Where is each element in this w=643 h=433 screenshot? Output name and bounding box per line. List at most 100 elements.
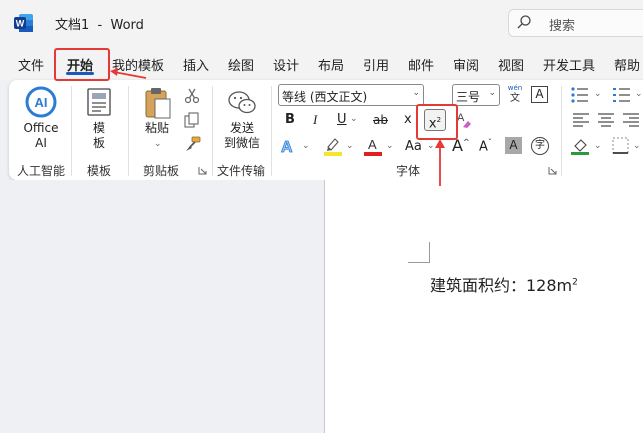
office-ai-label-line1: Office [23, 121, 59, 135]
send-to-wechat-line2: 到微信 [223, 136, 260, 150]
highlight-icon[interactable] [324, 136, 342, 156]
phonetic-guide-button[interactable]: wén 文 [506, 84, 524, 106]
svg-text:A: A [457, 112, 465, 124]
search-label: 搜索 [549, 19, 576, 34]
underline-button[interactable]: U [337, 112, 347, 127]
group-label-ai: 人工智能 [17, 164, 66, 178]
word-logo-icon: W [14, 14, 33, 32]
separator [71, 86, 72, 176]
highlight-dropdown-icon[interactable]: ⌄ [346, 141, 354, 151]
enclose-char-label: 字 [535, 140, 545, 151]
font-color-icon[interactable]: A [364, 136, 382, 156]
tab-view[interactable]: 视图 [498, 55, 524, 74]
group-label-template: 模板 [87, 164, 112, 178]
bullets-icon[interactable] [570, 86, 590, 104]
margin-corner-mark [408, 262, 430, 263]
bold-button[interactable]: B [285, 112, 295, 127]
paste-button[interactable]: 粘贴 [141, 121, 173, 136]
document-page[interactable] [324, 180, 643, 433]
svg-text:W: W [16, 19, 25, 29]
enclose-char-button[interactable]: 字 [531, 137, 549, 155]
text-effects-dropdown-icon[interactable]: ⌄ [302, 141, 310, 151]
tab-mailings[interactable]: 邮件 [408, 55, 434, 74]
template-button[interactable]: 模 板 [84, 121, 114, 151]
tab-insert[interactable]: 插入 [183, 55, 209, 74]
align-center-icon[interactable] [597, 112, 615, 128]
bullets-dropdown-icon[interactable]: ⌄ [594, 89, 602, 99]
office-ai-icon: AI [25, 86, 57, 118]
tab-developer[interactable]: 开发工具 [543, 55, 595, 74]
highlight-box-home-tab [54, 48, 110, 81]
text-effects-icon[interactable]: A [280, 137, 298, 155]
align-right-icon[interactable] [622, 112, 640, 128]
separator [128, 86, 129, 176]
tab-layout[interactable]: 布局 [318, 55, 344, 74]
borders-dropdown-icon[interactable]: ⌄ [633, 141, 641, 151]
office-ai-label-line2: AI [35, 136, 47, 150]
office-ai-button[interactable]: Office AI [20, 121, 62, 151]
grow-font-caret-icon: ^ [462, 137, 470, 147]
tab-file[interactable]: 文件 [18, 55, 44, 74]
phonetic-guide-label: wén [507, 84, 523, 92]
font-name-combo[interactable]: 等线 (西文正文) ⌄ [278, 84, 424, 106]
format-painter-icon[interactable] [184, 136, 202, 152]
tab-review[interactable]: 审阅 [453, 55, 479, 74]
borders-icon[interactable] [612, 137, 629, 154]
search-icon [517, 15, 531, 29]
template-icon [87, 88, 111, 116]
strikethrough-button[interactable]: ab [373, 113, 388, 127]
copy-icon[interactable] [184, 112, 200, 128]
align-left-icon[interactable] [572, 112, 590, 128]
italic-button[interactable]: I [313, 112, 317, 128]
separator [212, 86, 213, 176]
send-to-wechat-line1: 发送 [229, 121, 254, 135]
separator [561, 86, 562, 176]
char-border-button[interactable]: A [531, 86, 548, 103]
shading-icon[interactable] [571, 137, 591, 155]
numbering-icon[interactable] [612, 86, 632, 104]
pointer-arrow-icon [110, 68, 147, 79]
font-name-dropdown-icon: ⌄ [412, 88, 420, 98]
phonetic-guide-icon: 文 [510, 93, 520, 104]
tab-help[interactable]: 帮助 [614, 55, 640, 74]
clipboard-launcher-icon[interactable] [198, 166, 207, 175]
shrink-font-button[interactable]: Aˇ [479, 138, 492, 154]
tab-draw[interactable]: 绘图 [228, 55, 254, 74]
group-label-file-transfer: 文件传输 [217, 164, 266, 178]
group-label-clipboard: 剪贴板 [143, 164, 180, 178]
wechat-icon [228, 91, 256, 114]
font-size-combo[interactable]: 三号 ⌄ [452, 84, 500, 106]
char-shading-label: A [509, 138, 518, 152]
subscript-label: x [404, 112, 412, 127]
separator [271, 86, 272, 176]
change-case-button[interactable]: Aa [405, 139, 422, 154]
shrink-font-caret-icon: ˇ [487, 138, 492, 147]
paste-icon [145, 88, 171, 119]
paste-dropdown-icon[interactable]: ⌄ [154, 139, 162, 149]
document-superscript: 2 [572, 277, 578, 288]
font-size-value: 三号 [456, 90, 481, 104]
send-to-wechat-button[interactable]: 发送 到微信 [221, 121, 263, 151]
underline-dropdown-icon[interactable]: ⌄ [350, 114, 358, 124]
highlight-box-superscript [416, 104, 458, 140]
cut-icon[interactable] [184, 88, 200, 104]
shrink-font-label: A [479, 139, 488, 155]
pointer-arrow-icon [435, 139, 445, 186]
tab-design[interactable]: 设计 [273, 55, 299, 74]
group-label-font: 字体 [396, 164, 421, 178]
font-launcher-icon[interactable] [548, 166, 557, 175]
window-title: 文档1 - Word [55, 18, 144, 33]
shading-dropdown-icon[interactable]: ⌄ [594, 141, 602, 151]
paste-label: 粘贴 [144, 121, 169, 135]
subscript-button[interactable]: x [404, 112, 412, 127]
clear-formatting-icon[interactable]: A [456, 111, 472, 129]
char-shading-button[interactable]: A [505, 137, 522, 154]
document-text-line[interactable]: 建筑面积约：128m2 [430, 272, 578, 296]
numbering-dropdown-icon[interactable]: ⌄ [635, 89, 643, 99]
font-color-dropdown-icon[interactable]: ⌄ [386, 141, 394, 151]
template-label-line2: 板 [92, 136, 105, 150]
margin-corner-mark [429, 242, 430, 263]
tab-references[interactable]: 引用 [363, 55, 389, 74]
template-label-line1: 模 [92, 121, 105, 135]
svg-text:A: A [368, 137, 377, 152]
